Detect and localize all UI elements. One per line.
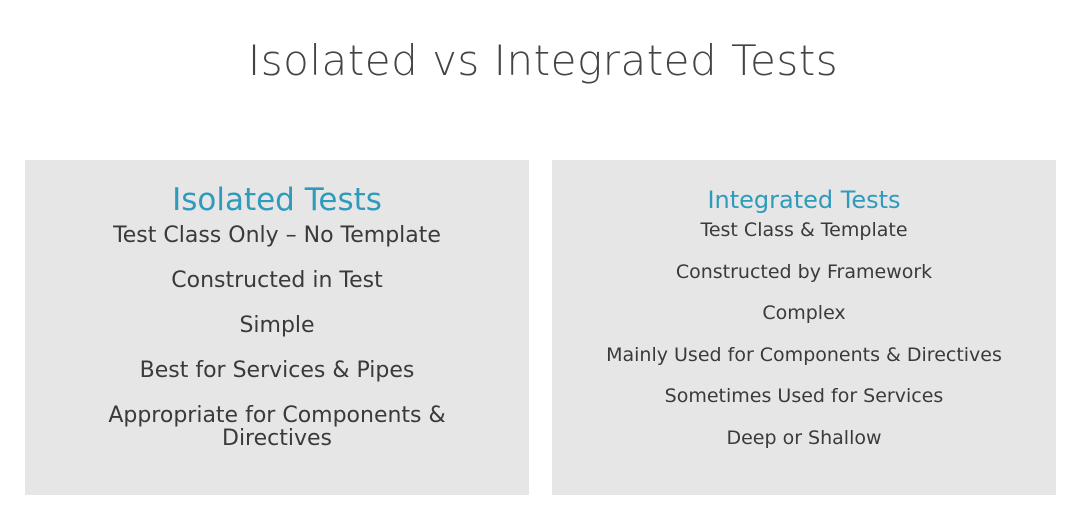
list-item: Sometimes Used for Services	[664, 385, 944, 407]
list-item: Simple	[239, 313, 315, 338]
isolated-tests-heading: Isolated Tests	[172, 182, 382, 218]
integrated-tests-heading: Integrated Tests	[707, 186, 901, 214]
list-item: Best for Services & Pipes	[139, 358, 415, 383]
list-item: Test Class & Template	[700, 219, 908, 241]
isolated-tests-list: Test Class Only – No Template Constructe…	[25, 224, 529, 450]
list-item: Complex	[762, 302, 846, 324]
isolated-tests-panel: Isolated Tests Test Class Only – No Temp…	[25, 160, 529, 495]
list-item: Test Class Only – No Template	[113, 223, 441, 248]
integrated-tests-panel: Integrated Tests Test Class & Template C…	[552, 160, 1056, 495]
integrated-tests-list: Test Class & Template Constructed by Fra…	[552, 219, 1056, 449]
list-item: Deep or Shallow	[726, 426, 882, 449]
slide-title: Isolated vs Integrated Tests	[247, 36, 839, 86]
list-item: Constructed in Test	[171, 268, 383, 293]
list-item: Appropriate for Components & Directives	[108, 403, 446, 451]
list-item: Constructed by Framework	[675, 260, 933, 283]
list-item: Mainly Used for Components & Directives	[606, 343, 1002, 366]
